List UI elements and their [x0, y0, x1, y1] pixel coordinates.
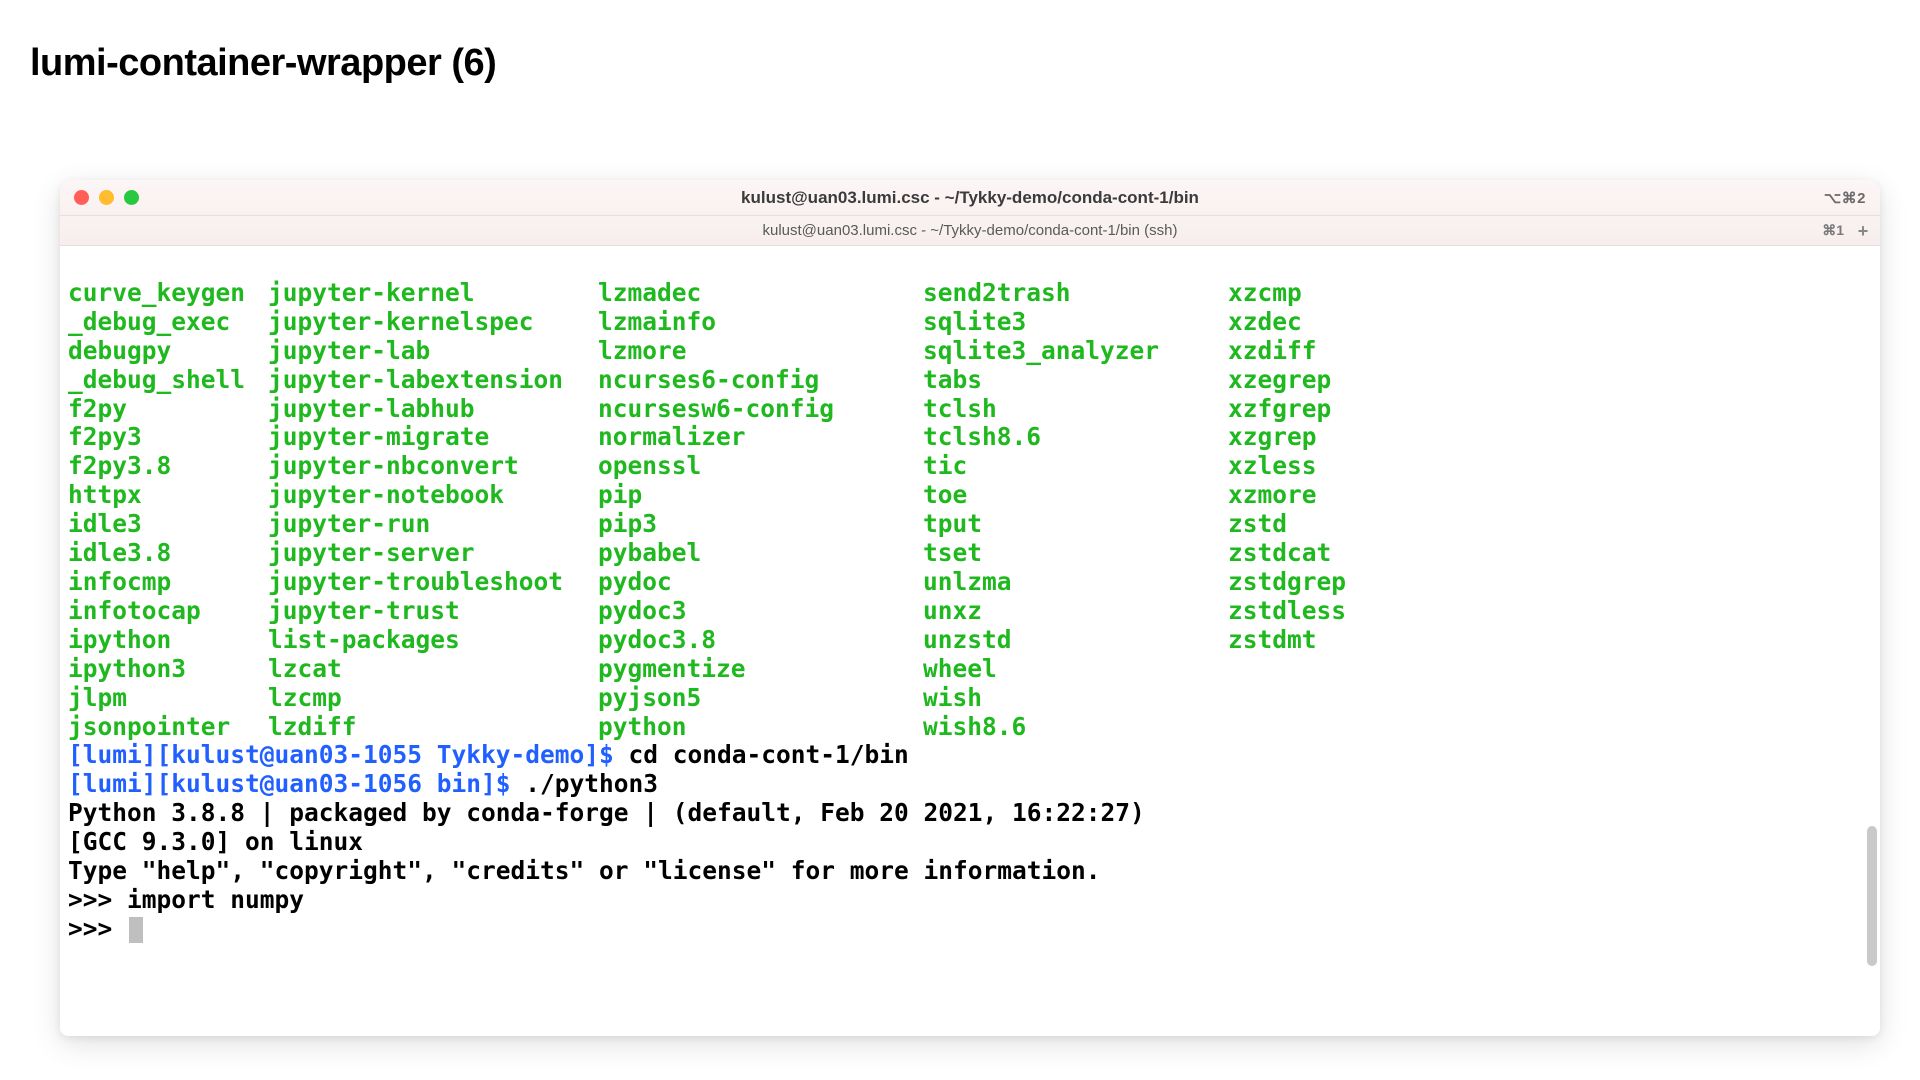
python-banner-line: Type "help", "copyright", "credits" or "… — [68, 857, 1872, 886]
file-listing: curve_keygen _debug_exec debugpy _debug_… — [68, 279, 1872, 742]
window-shortcut-label: ⌥⌘2 — [1824, 189, 1866, 207]
file-column: curve_keygen _debug_exec debugpy _debug_… — [68, 279, 268, 742]
scrollbar-thumb[interactable] — [1867, 826, 1877, 966]
file-column: send2trash sqlite3 sqlite3_analyzer tabs… — [923, 279, 1228, 742]
file-column: lzmadec lzmainfo lzmore ncurses6-config … — [598, 279, 923, 742]
traffic-lights — [74, 190, 139, 205]
close-icon[interactable] — [74, 190, 89, 205]
python-repl-line[interactable]: >>> — [68, 915, 1872, 944]
python-banner-line: Python 3.8.8 | packaged by conda-forge |… — [68, 799, 1872, 828]
window-titlebar[interactable]: kulust@uan03.lumi.csc - ~/Tykky-demo/con… — [60, 180, 1880, 216]
window-title: kulust@uan03.lumi.csc - ~/Tykky-demo/con… — [60, 188, 1880, 208]
file-column: jupyter-kernel jupyter-kernelspec jupyte… — [268, 279, 598, 742]
python-banner-line: [GCC 9.3.0] on linux — [68, 828, 1872, 857]
zoom-icon[interactable] — [124, 190, 139, 205]
file-column: xzcmp xzdec xzdiff xzegrep xzfgrep xzgre… — [1228, 279, 1428, 742]
cursor-icon — [129, 917, 143, 943]
slide-title: lumi-container-wrapper (6) — [0, 0, 1920, 85]
minimize-icon[interactable] — [99, 190, 114, 205]
shell-prompt-line: [lumi][kulust@uan03-1056 bin]$ ./python3 — [68, 770, 1872, 799]
shell-prompt-line: [lumi][kulust@uan03-1055 Tykky-demo]$ cd… — [68, 741, 1872, 770]
python-repl-line: >>> import numpy — [68, 886, 1872, 915]
terminal-window: kulust@uan03.lumi.csc - ~/Tykky-demo/con… — [60, 180, 1880, 1036]
tab-bar: kulust@uan03.lumi.csc - ~/Tykky-demo/con… — [60, 216, 1880, 246]
terminal-content[interactable]: curve_keygen _debug_exec debugpy _debug_… — [60, 246, 1880, 1036]
tab-title[interactable]: kulust@uan03.lumi.csc - ~/Tykky-demo/con… — [60, 222, 1880, 239]
